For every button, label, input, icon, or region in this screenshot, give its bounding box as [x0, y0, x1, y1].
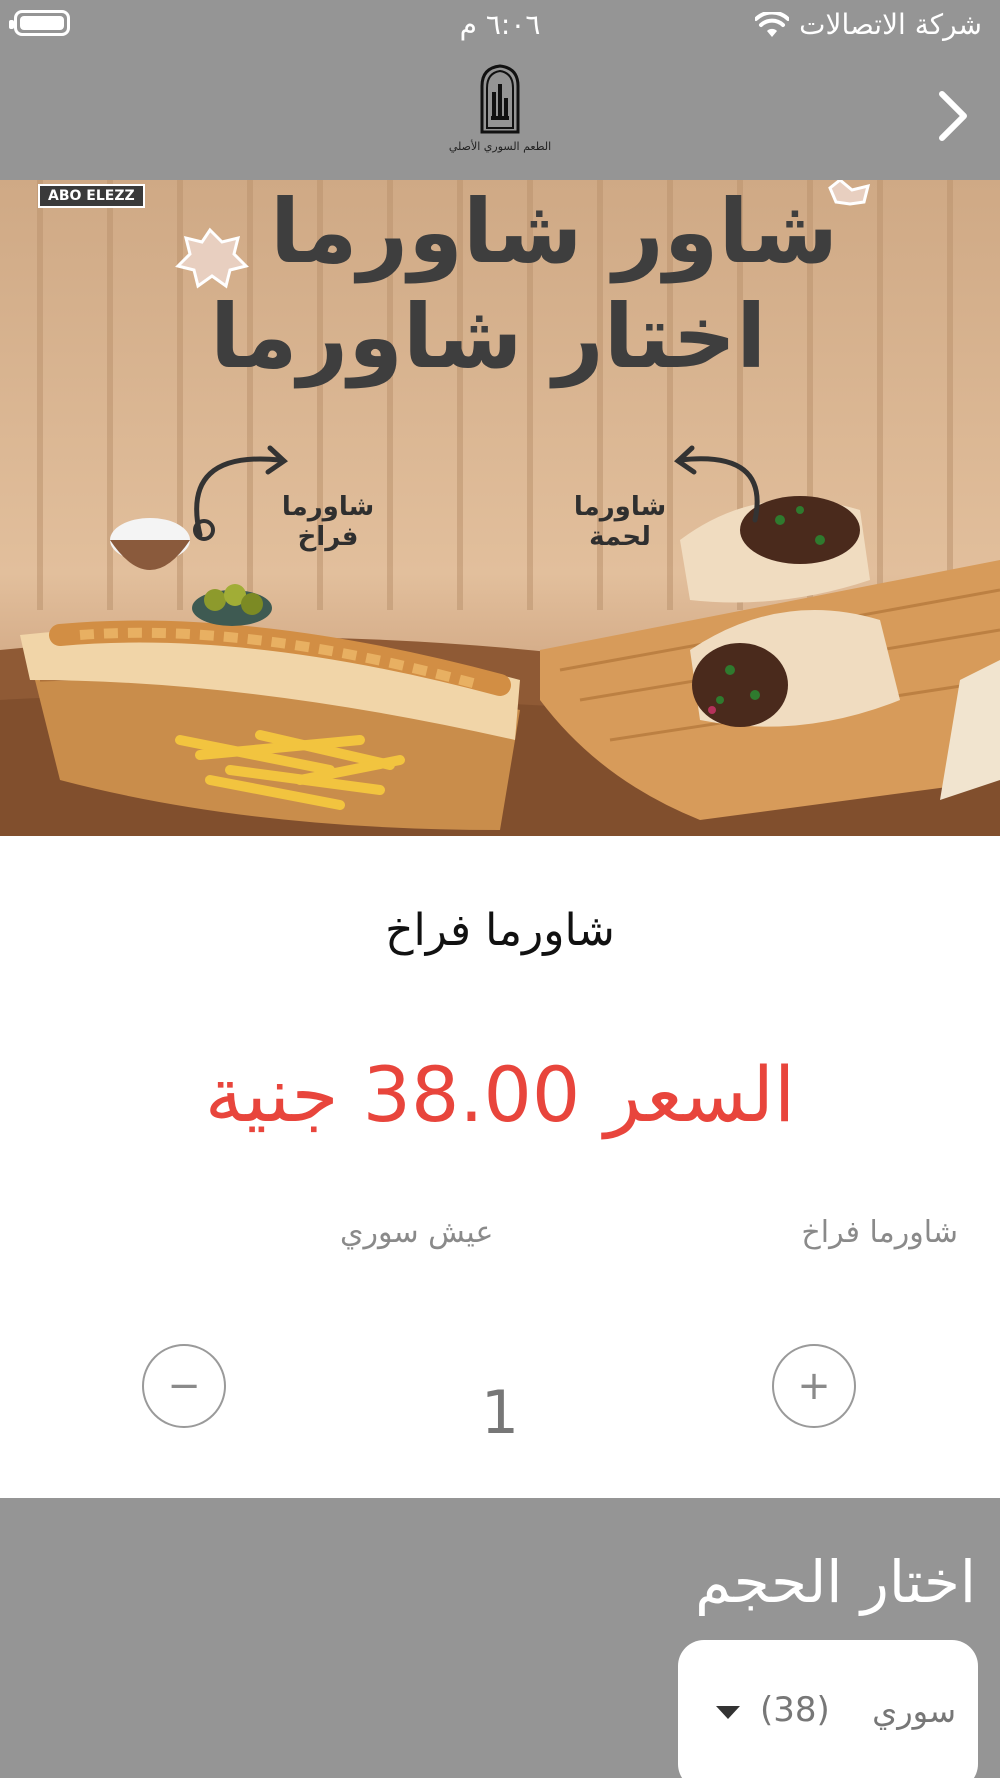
- product-title: شاورما فراخ: [385, 905, 615, 956]
- hero-label-chicken-line1: شاورما: [281, 492, 375, 522]
- attribute-item-name: شاورما فراخ: [801, 1215, 958, 1250]
- wifi-icon: [755, 11, 790, 37]
- brand-logo: الطعم السوري الأصلي: [440, 64, 560, 164]
- chevron-right-icon: [939, 91, 967, 141]
- hero-label-meat: شاورما لحمة: [570, 492, 670, 552]
- navigation-bar: الطعم السوري الأصلي: [0, 52, 1000, 180]
- product-image: ABO ELEZZ شاور شاورما اختار شاورما شاورم…: [0, 180, 1000, 836]
- size-panel: اختار الحجم سوري (38): [0, 1498, 1000, 1790]
- carrier-info: شركة الاتصالات: [755, 8, 982, 41]
- hero-headline-line1: شاور شاورما: [270, 180, 839, 283]
- logo-caption: الطعم السوري الأصلي: [448, 140, 552, 153]
- size-selected-price: (38): [760, 1690, 830, 1730]
- hero-label-chicken-line2: فراخ: [297, 522, 359, 552]
- quantity-value: 1: [480, 1378, 520, 1448]
- size-title: اختار الحجم: [695, 1548, 976, 1616]
- hero-label-meat-line1: شاورما: [573, 492, 667, 522]
- caret-down-icon: [716, 1706, 740, 1719]
- quantity-decrement-button[interactable]: −: [142, 1344, 226, 1428]
- minus-icon: −: [167, 1363, 201, 1409]
- attribute-bread-type: عيش سوري: [340, 1215, 494, 1250]
- carrier-name: شركة الاتصالات: [799, 8, 982, 41]
- plus-icon: +: [797, 1363, 831, 1409]
- hero-label-meat-line2: لحمة: [589, 522, 651, 552]
- size-selected-name: سوري: [872, 1692, 956, 1730]
- size-dropdown[interactable]: سوري (38): [678, 1640, 978, 1790]
- status-bar: ٦:٠٦ م شركة الاتصالات: [0, 0, 1000, 52]
- hero-headline-line2: اختار شاورما: [210, 285, 767, 388]
- hero-brand-tag: ABO ELEZZ: [38, 184, 145, 208]
- quantity-increment-button[interactable]: +: [772, 1344, 856, 1428]
- product-price: السعر 38.00 جنية: [204, 1050, 796, 1139]
- restaurant-logo-icon: [480, 64, 520, 134]
- hero-label-chicken: شاورما فراخ: [278, 492, 378, 552]
- back-button[interactable]: [930, 88, 974, 144]
